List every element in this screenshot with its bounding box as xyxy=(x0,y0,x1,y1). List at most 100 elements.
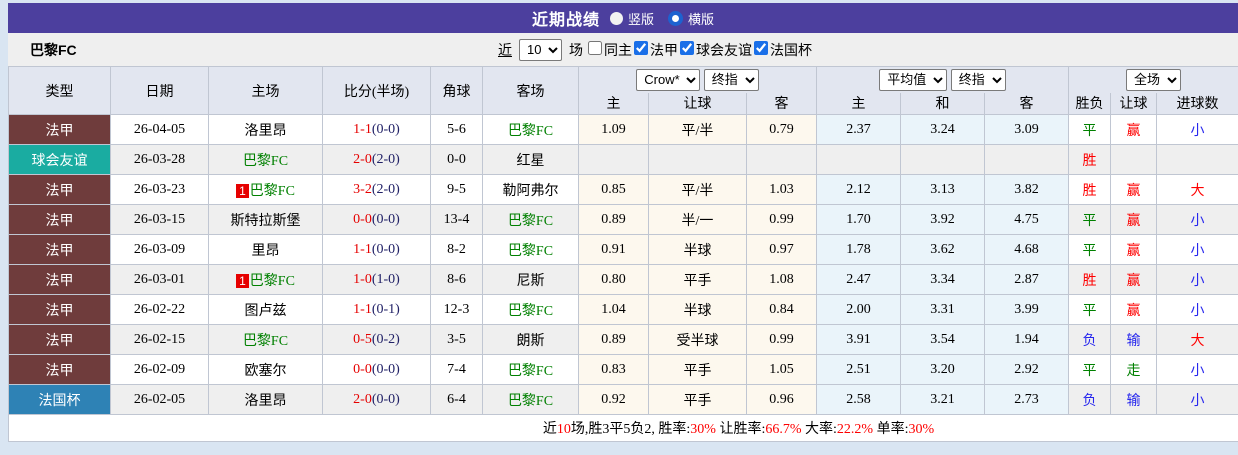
radio-vertical-label: 竖版 xyxy=(627,11,654,27)
col-header-corners: 角球 xyxy=(430,66,483,115)
avg-away-odds-cell: 4.68 xyxy=(984,234,1070,265)
corners-cell: 12-3 xyxy=(430,294,483,325)
avg-draw-odds-cell: 3.62 xyxy=(900,234,986,265)
radio-horizontal-layout[interactable]: 横版 xyxy=(668,9,714,28)
team-name-link: 尼斯 xyxy=(516,273,545,289)
league-type-cell: 法甲 xyxy=(8,354,111,385)
home-team-cell: 图卢兹 xyxy=(208,294,323,325)
handicap-result-cell: 输 xyxy=(1110,324,1158,355)
filter-checkbox-同主[interactable] xyxy=(588,40,602,55)
halftime-score: (0-0) xyxy=(371,121,400,137)
score-cell: 0-5(0-2) xyxy=(322,324,431,355)
corners-cell: 5-6 xyxy=(430,114,483,145)
score-cell: 3-2(2-0) xyxy=(322,174,431,205)
team-name-link[interactable]: 巴黎FC xyxy=(243,334,288,349)
avg-away-odds-cell: 3.99 xyxy=(984,294,1070,325)
summary-segment: 30% xyxy=(908,422,935,437)
winlose-result-cell: 负 xyxy=(1068,324,1112,355)
summary-segment: 22.2% xyxy=(836,422,874,437)
handicap-home-odds-cell: 0.89 xyxy=(578,204,649,235)
radio-unchecked-icon[interactable] xyxy=(609,11,623,25)
avg-home-odds-cell: 2.12 xyxy=(816,174,902,205)
handicap-away-odds-cell: 1.08 xyxy=(745,264,818,295)
avg-draw-odds-cell: 3.34 xyxy=(900,264,986,295)
handicap-away-odds-cell: 0.97 xyxy=(745,234,818,265)
corners-cell: 0-0 xyxy=(430,144,483,175)
table-row: 法甲 26-04-05 洛里昂 1-1(0-0) 5-6 巴黎FC 1.09 平/半 0.79 2… xyxy=(8,114,1238,145)
filter-checkbox-法甲[interactable] xyxy=(634,40,648,55)
filter-checkbox-法国杯[interactable] xyxy=(754,40,768,55)
handicap-stage-select[interactable]: 终指 xyxy=(703,68,759,91)
handicap-line-cell: 半球 xyxy=(648,234,747,265)
handicap-line-cell: 平/半 xyxy=(648,174,747,205)
games-unit-label: 场 xyxy=(569,43,583,59)
team-name-link[interactable]: 巴黎FC xyxy=(508,124,553,139)
average-stage-select[interactable]: 终指 xyxy=(950,68,1006,91)
near-games-link[interactable]: 近 xyxy=(498,40,512,60)
league-filter-checkboxes: 同主 法甲 球会友谊 法国杯 xyxy=(586,40,812,60)
games-count-select[interactable]: 10 xyxy=(519,38,562,61)
corners-cell: 9-5 xyxy=(430,174,483,205)
handicap-home-odds-cell: 0.91 xyxy=(578,234,649,265)
winlose-result-cell: 平 xyxy=(1068,204,1112,235)
handicap-line-cell: 平/半 xyxy=(648,114,747,145)
table-row: 法甲 26-03-09 里昂 1-1(0-0) 8-2 巴黎FC 0.91 半球 0.97 1.7… xyxy=(8,234,1238,265)
fulltime-score: 2-0 xyxy=(353,151,372,167)
team-name-link[interactable]: 巴黎FC xyxy=(243,154,288,169)
away-team-cell: 红星 xyxy=(482,144,579,175)
away-team-cell: 朗斯 xyxy=(482,324,579,355)
bookmaker-select[interactable]: Crow* xyxy=(636,68,701,91)
team-name-link[interactable]: 巴黎FC xyxy=(508,214,553,229)
fulltime-score: 1-1 xyxy=(353,241,372,257)
fulltime-select[interactable]: 全场 xyxy=(1126,68,1182,91)
handicap-group-header: Crow* 终指 xyxy=(577,66,818,93)
halftime-score: (0-0) xyxy=(371,391,400,407)
winlose-result-cell: 平 xyxy=(1068,234,1112,265)
avg-home-odds-cell: 2.37 xyxy=(816,114,902,145)
halftime-score: (0-2) xyxy=(371,331,400,347)
radio-checked-icon[interactable] xyxy=(668,10,683,26)
team-name-link[interactable]: 巴黎FC xyxy=(250,274,295,289)
halftime-score: (2-0) xyxy=(371,181,400,197)
sub-header-winlose: 胜负 xyxy=(1068,92,1112,115)
avg-draw-odds-cell: 3.20 xyxy=(900,354,986,385)
handicap-home-odds-cell: 0.92 xyxy=(578,384,649,415)
handicap-home-odds-cell: 0.85 xyxy=(578,174,649,205)
handicap-line-cell: 半球 xyxy=(648,294,747,325)
radio-vertical-layout[interactable]: 竖版 xyxy=(609,9,654,28)
goals-result-cell: 小 xyxy=(1156,114,1238,145)
filter-checkbox-label: 法国杯 xyxy=(770,43,812,59)
date-cell: 26-02-15 xyxy=(110,324,209,355)
average-select[interactable]: 平均值 xyxy=(879,68,948,91)
team-name-link[interactable]: 巴黎FC xyxy=(508,364,553,379)
handicap-line-cell: 平手 xyxy=(648,264,747,295)
goals-result-cell: 小 xyxy=(1156,234,1238,265)
league-type-cell: 法甲 xyxy=(8,294,111,325)
table-row: 法甲 26-02-15 巴黎FC 0-5(0-2) 3-5 朗斯 0.89 受半球 0.99 3.… xyxy=(8,324,1238,355)
corners-cell: 7-4 xyxy=(430,354,483,385)
col-header-date: 日期 xyxy=(110,66,209,115)
team-name-link: 图卢兹 xyxy=(244,303,287,319)
handicap-home-odds-cell xyxy=(578,144,649,175)
avg-away-odds-cell: 3.82 xyxy=(984,174,1070,205)
fulltime-score: 3-2 xyxy=(353,181,372,197)
team-name-link[interactable]: 巴黎FC xyxy=(508,394,553,409)
team-name-link[interactable]: 巴黎FC xyxy=(508,304,553,319)
sub-header-avg-away: 客 xyxy=(984,92,1070,115)
away-team-cell: 巴黎FC xyxy=(482,204,579,235)
sub-header-avg-draw: 和 xyxy=(900,92,986,115)
handicap-result-cell: 赢 xyxy=(1110,294,1158,325)
summary-segment: 大率: xyxy=(801,422,837,437)
team-name-link[interactable]: 巴黎FC xyxy=(250,184,295,199)
date-cell: 26-03-09 xyxy=(110,234,209,265)
team-name-link[interactable]: 巴黎FC xyxy=(508,244,553,259)
winlose-result-cell: 胜 xyxy=(1068,144,1112,175)
recent-results-table: 类型 日期 主场 比分(半场) 角球 客场 Crow* 终指 平均值 终指 全场… xyxy=(7,66,1238,442)
team-name-link: 欧塞尔 xyxy=(244,363,287,379)
filter-checkbox-球会友谊[interactable] xyxy=(680,40,694,55)
result-group-header: 全场 xyxy=(1068,66,1238,93)
team-name-link: 朗斯 xyxy=(516,333,545,349)
score-cell: 1-1(0-1) xyxy=(322,294,431,325)
title-bar: 近期战绩 竖版 横版 xyxy=(8,3,1238,33)
league-type-cell: 法甲 xyxy=(8,234,111,265)
